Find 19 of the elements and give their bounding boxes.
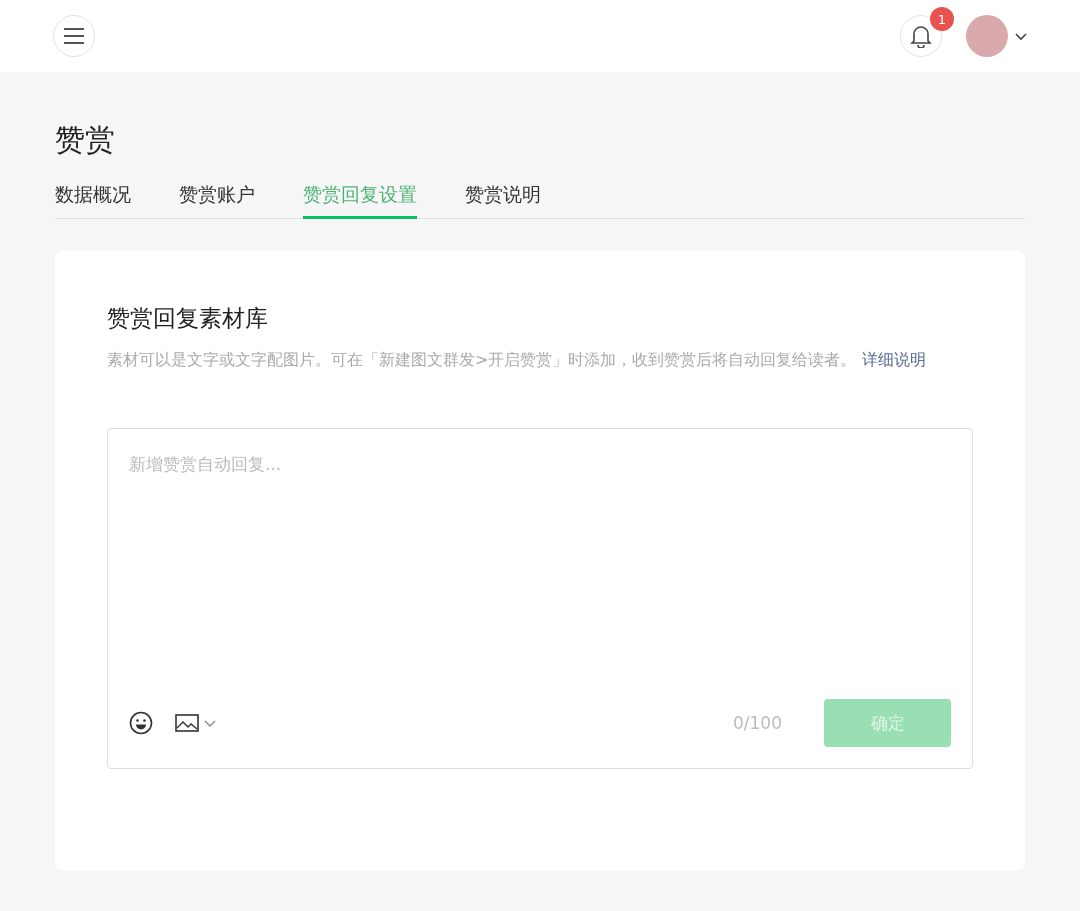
tab[interactable]: 数据概况 (55, 182, 131, 219)
tab[interactable]: 赞赏账户 (179, 182, 255, 219)
menu-button[interactable] (53, 15, 95, 57)
page-title: 赞赏 (55, 121, 116, 159)
image-button[interactable] (175, 713, 217, 733)
description: 素材可以是文字或文字配图片。可在「新建图文群发>开启赞赏」时添加，收到赞赏后将自动回复给读者。 详细说明 (107, 349, 928, 371)
notification-badge: 1 (930, 7, 954, 31)
section-title: 赞赏回复素材库 (107, 304, 269, 333)
avatar (966, 15, 1008, 57)
menu-icon (63, 27, 85, 45)
character-counter: 0/100 (733, 713, 782, 733)
chevron-down-icon (1014, 31, 1028, 41)
smiley-icon (129, 711, 153, 735)
details-link[interactable]: 详细说明 (862, 350, 927, 369)
image-icon (175, 713, 199, 733)
tab[interactable]: 赞赏说明 (465, 182, 541, 219)
emoji-button[interactable] (129, 711, 153, 735)
bell-icon (910, 24, 932, 48)
chevron-down-icon (203, 718, 217, 728)
